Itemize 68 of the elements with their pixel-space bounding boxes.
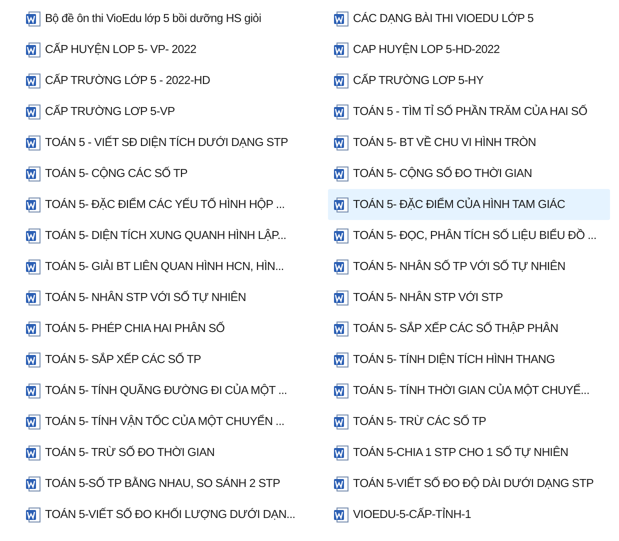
file-item[interactable]: TOÁN 5- TÍNH THỜI GIAN CỦA MỘT CHUYỂ... <box>328 375 610 406</box>
file-item[interactable]: TOÁN 5- TRỪ CÁC SỐ TP <box>328 406 610 437</box>
word-document-icon <box>333 196 349 212</box>
word-document-icon <box>25 320 41 336</box>
file-item[interactable]: TOÁN 5-VIẾT SỐ ĐO KHỐI LƯỢNG DƯỚI DẠN... <box>20 499 302 530</box>
file-item[interactable]: TOÁN 5- NHÂN SỐ TP VỚI SỐ TỰ NHIÊN <box>328 251 610 282</box>
word-document-icon <box>25 382 41 398</box>
file-item[interactable]: CẤP TRƯỜNG LƠP 5-HY <box>328 65 610 96</box>
word-document-icon <box>25 290 41 306</box>
file-item[interactable]: VIOEDU-5-CẤP-TỈNH-1 <box>328 499 610 530</box>
word-document-icon <box>25 352 41 368</box>
word-document-icon <box>333 320 349 336</box>
file-item[interactable]: TOÁN 5- ĐỌC, PHÂN TÍCH SỐ LIỆU BIỂU ĐỒ ... <box>328 220 610 251</box>
word-document-icon <box>25 166 41 182</box>
file-item[interactable]: TOÁN 5- BT VỀ CHU VI HÌNH TRÒN <box>328 127 610 158</box>
word-document-icon <box>333 290 349 306</box>
word-document-icon <box>333 42 349 58</box>
file-item[interactable]: TOÁN 5 - VIẾT SĐ DIỆN TÍCH DƯỚI DẠNG STP <box>20 127 302 158</box>
file-item[interactable]: CẤP TRƯỜNG LỚP 5 - 2022-HD <box>20 65 302 96</box>
file-item[interactable]: TOÁN 5- TÍNH DIỆN TÍCH HÌNH THANG <box>328 344 610 375</box>
word-document-icon <box>25 42 41 58</box>
file-item[interactable]: Bộ đề ôn thi VioEdu lớp 5 bồi dưỡng HS giỏi <box>20 3 302 34</box>
file-item[interactable]: TOÁN 5-VIẾT SỐ ĐO ĐỘ DÀI DƯỚI DẠNG STP <box>328 468 610 499</box>
file-item[interactable]: TOÁN 5- CỘNG CÁC SỐ TP <box>20 158 302 189</box>
file-item[interactable]: TOÁN 5- TÍNH VẬN TỐC CỦA MỘT CHUYỂN ... <box>20 406 302 437</box>
word-document-icon <box>333 72 349 88</box>
file-item[interactable]: TOÁN 5- CỘNG SỐ ĐO THỜI GIAN <box>328 158 610 189</box>
file-item[interactable]: CAP HUYỆN LOP 5-HD-2022 <box>328 34 610 65</box>
word-document-icon <box>333 382 349 398</box>
word-document-icon <box>333 134 349 150</box>
word-document-icon <box>333 476 349 492</box>
file-item[interactable]: TOÁN 5- TÍNH QUÃNG ĐƯỜNG ĐI CỦA MỘT ... <box>20 375 302 406</box>
file-item[interactable]: TOÁN 5-SỐ TP BẰNG NHAU, SO SÁNH 2 STP <box>20 468 302 499</box>
file-item[interactable]: TOÁN 5- SẮP XẾP CÁC SỐ THẬP PHÂN <box>328 313 610 344</box>
word-document-icon <box>333 10 349 26</box>
file-item[interactable]: TOÁN 5- TRỪ SỐ ĐO THỜI GIAN <box>20 437 302 468</box>
file-item[interactable]: CẤP HUYỆN LOP 5- VP- 2022 <box>20 34 302 65</box>
word-document-icon <box>25 444 41 460</box>
file-item[interactable]: TOÁN 5 - TÌM TỈ SỐ PHẦN TRĂM CỦA HAI SỐ <box>328 96 610 127</box>
word-document-icon <box>333 444 349 460</box>
word-document-icon <box>333 104 349 120</box>
word-document-icon <box>25 72 41 88</box>
file-item[interactable]: TOÁN 5- ĐẶC ĐIỂM CỦA HÌNH TAM GIÁC <box>328 189 610 220</box>
file-item[interactable]: TOÁN 5-CHIA 1 STP CHO 1 SỐ TỰ NHIÊN <box>328 437 610 468</box>
word-document-icon <box>333 258 349 274</box>
word-document-icon <box>25 134 41 150</box>
file-item[interactable]: TOÁN 5- PHÉP CHIA HAI PHÂN SỐ <box>20 313 302 344</box>
word-document-icon <box>25 258 41 274</box>
file-item[interactable]: CÁC DẠNG BÀI THI VIOEDU LỚP 5 <box>328 3 610 34</box>
word-document-icon <box>25 10 41 26</box>
word-document-icon <box>333 166 349 182</box>
word-document-icon <box>25 476 41 492</box>
word-document-icon <box>25 104 41 120</box>
file-item[interactable]: CẤP TRƯỜNG LƠP 5-VP <box>20 96 302 127</box>
word-document-icon <box>25 506 41 522</box>
file-item[interactable]: TOÁN 5- NHÂN STP VỚI STP <box>328 282 610 313</box>
file-item[interactable]: TOÁN 5- SẮP XẾP CÁC SỐ TP <box>20 344 302 375</box>
file-item[interactable]: TOÁN 5- ĐẶC ĐIỂM CÁC YẾU TỐ HÌNH HỘP ... <box>20 189 302 220</box>
word-document-icon <box>25 196 41 212</box>
file-item[interactable]: TOÁN 5- DIỆN TÍCH XUNG QUANH HÌNH LẬP... <box>20 220 302 251</box>
word-document-icon <box>25 228 41 244</box>
word-document-icon <box>25 414 41 430</box>
word-document-icon <box>333 414 349 430</box>
word-document-icon <box>333 352 349 368</box>
file-item[interactable]: TOÁN 5- GIẢI BT LIÊN QUAN HÌNH HCN, HÌN... <box>20 251 302 282</box>
word-document-icon <box>333 228 349 244</box>
file-item[interactable]: TOÁN 5- NHÂN STP VỚI SỐ TỰ NHIÊN <box>20 282 302 313</box>
word-document-icon <box>333 506 349 522</box>
